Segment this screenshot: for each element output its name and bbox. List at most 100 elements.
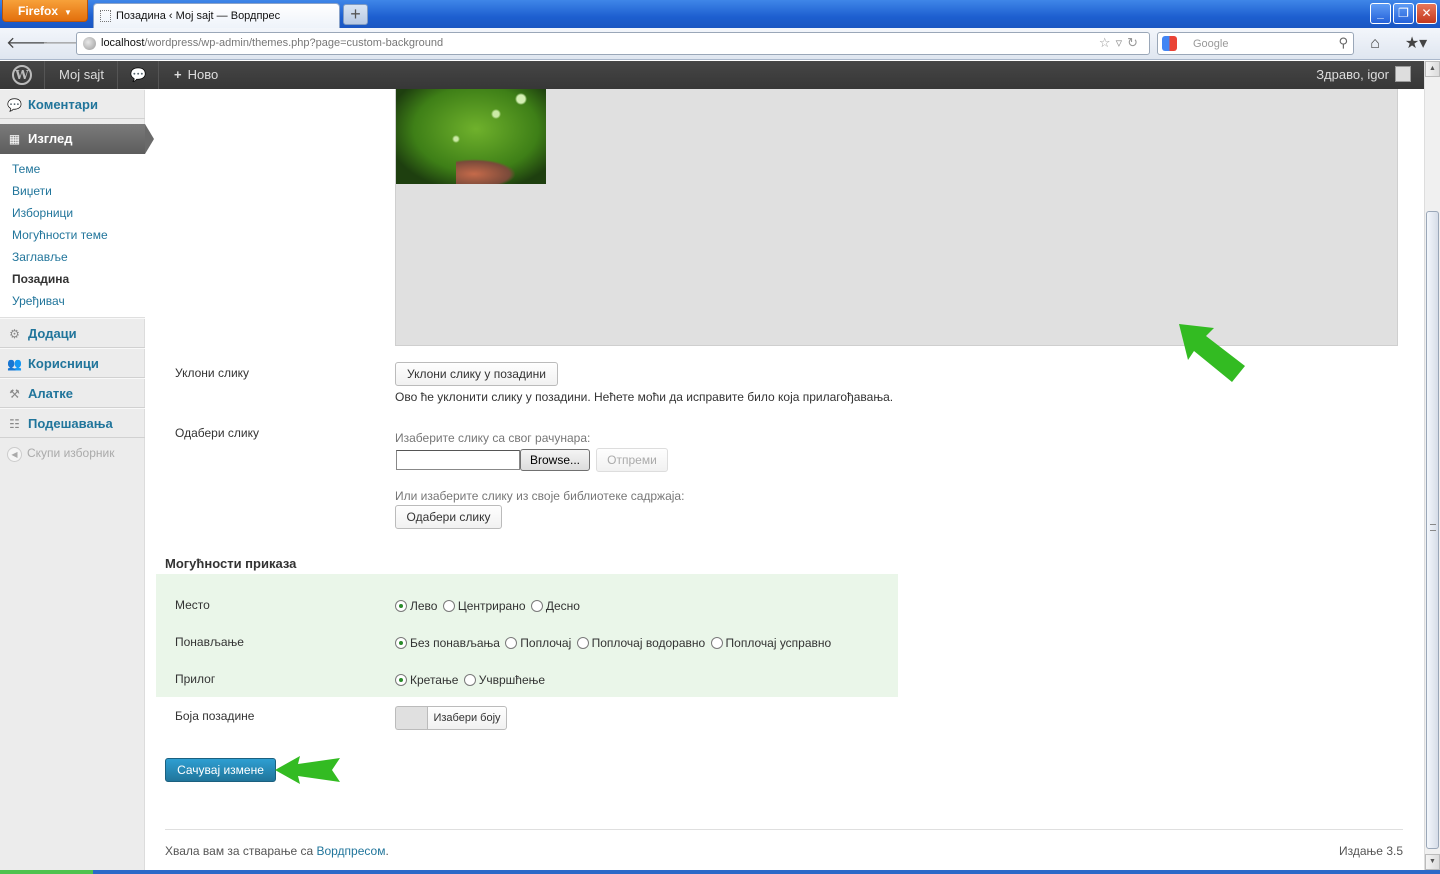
browser-tab[interactable]: Позадина ‹ Мој sajt — Вордпрес xyxy=(93,3,340,28)
new-tab-button[interactable]: + xyxy=(343,4,368,25)
minimize-icon: _ xyxy=(1377,6,1384,20)
green-arrow-icon xyxy=(275,756,340,784)
repeat-tile-horizontal-option[interactable]: Поплочај водоравно xyxy=(576,636,705,650)
close-icon: ✕ xyxy=(1421,6,1432,20)
browser-titlebar: Firefox ▼ Позадина ‹ Мој sajt — Вордпрес … xyxy=(0,0,1440,28)
users-icon: 👥 xyxy=(7,357,22,371)
submenu-theme-options[interactable]: Могућности теме xyxy=(12,228,108,242)
page-scrollbar[interactable]: ▲ ▼ xyxy=(1424,61,1440,870)
radio-icon[interactable] xyxy=(505,637,518,649)
remove-image-label: Уклони слику xyxy=(175,366,250,380)
url-host: localhost xyxy=(101,37,145,49)
google-icon xyxy=(1162,36,1177,51)
submenu-menus[interactable]: Изборници xyxy=(12,206,73,220)
attachment-scroll-option[interactable]: Кретање xyxy=(395,673,458,687)
radio-icon[interactable] xyxy=(710,637,723,649)
tools-icon: ⚒ xyxy=(9,387,20,401)
wp-admin-bar: W Мој sajt 💬 + Ново Здраво, igor xyxy=(0,61,1424,89)
select-color-button[interactable]: Изабери боју xyxy=(427,706,507,730)
restore-button[interactable]: ❐ xyxy=(1393,3,1414,24)
search-input[interactable]: Google ⚲ xyxy=(1157,32,1354,55)
position-left-option[interactable]: Лево xyxy=(395,599,437,613)
submenu-widgets[interactable]: Виџети xyxy=(12,184,52,198)
radio-checked-icon[interactable] xyxy=(395,637,407,649)
submenu-editor[interactable]: Уређивач xyxy=(12,294,65,308)
save-changes-button[interactable]: Сачувај измене xyxy=(165,758,276,782)
attachment-radio-group: Кретање Учвршћење xyxy=(395,673,547,687)
submenu-header[interactable]: Заглавље xyxy=(12,250,68,264)
comment-icon: 💬 xyxy=(7,98,22,112)
plugin-icon: ⚙ xyxy=(9,327,20,341)
sidebar-item-comments[interactable]: 💬 Коментари xyxy=(0,89,145,119)
repeat-tile-option[interactable]: Поплочај xyxy=(505,636,571,650)
upload-button[interactable]: Отпреми xyxy=(596,448,668,472)
scroll-down-arrow-icon[interactable]: ▼ xyxy=(1425,854,1440,870)
search-icon[interactable]: ⚲ xyxy=(1338,35,1348,51)
url-path: /wordpress/wp-admin/themes.php?page=cust… xyxy=(144,37,444,49)
color-swatch[interactable] xyxy=(395,706,427,730)
wordpress-logo-menu[interactable]: W xyxy=(0,61,45,89)
reload-icon[interactable]: ↻ xyxy=(1127,35,1143,50)
wordpress-logo-icon: W xyxy=(12,65,32,85)
minimize-button[interactable]: _ xyxy=(1370,3,1391,24)
radio-icon[interactable] xyxy=(442,600,455,612)
background-preview xyxy=(395,89,1398,346)
repeat-none-option[interactable]: Без понављања xyxy=(395,636,500,650)
account-menu[interactable]: Здраво, igor xyxy=(1316,61,1411,89)
radio-icon[interactable] xyxy=(576,637,589,649)
position-label: Место xyxy=(175,598,210,612)
history-dropdown-icon[interactable]: ▿ xyxy=(1116,35,1128,50)
home-icon[interactable]: ⌂ xyxy=(1364,33,1386,55)
browse-button[interactable]: Browse... xyxy=(520,449,590,471)
scroll-up-arrow-icon[interactable]: ▲ xyxy=(1425,61,1440,77)
wordpress-link[interactable]: Вордпресом xyxy=(316,844,385,858)
dropdown-arrow-icon: ▼ xyxy=(64,8,72,17)
browser-navbar: 🡐 🡒 localhost/wordpress/wp-admin/themes.… xyxy=(0,28,1440,60)
position-center-option[interactable]: Центрирано xyxy=(442,599,526,613)
select-image-label: Одабери слику xyxy=(175,426,259,440)
repeat-label: Понављање xyxy=(175,635,244,649)
url-actions: ☆▿↻ xyxy=(1099,35,1143,51)
appearance-icon: ▦ xyxy=(8,132,21,146)
loading-status-bar xyxy=(0,870,1440,874)
scroll-thumb[interactable] xyxy=(1426,211,1439,849)
footer-thanks: Хвала вам за стварање са Вордпресом. xyxy=(165,844,389,858)
firefox-menu-button[interactable]: Firefox ▼ xyxy=(2,0,88,22)
repeat-tile-vertical-option[interactable]: Поплочај усправно xyxy=(710,636,831,650)
sidebar-item-users[interactable]: 👥 Корисници xyxy=(0,348,145,378)
sidebar-item-tools[interactable]: ⚒ Алатке xyxy=(0,378,145,408)
new-content-menu[interactable]: + Ново xyxy=(160,61,232,89)
bookmarks-menu-icon[interactable]: ★▾ xyxy=(1400,33,1432,55)
radio-icon[interactable] xyxy=(530,600,543,612)
choose-image-button[interactable]: Одабери слику xyxy=(395,505,502,529)
close-window-button[interactable]: ✕ xyxy=(1416,3,1437,24)
library-hint: Или изаберите слику из своје библиотеке … xyxy=(395,489,685,503)
attachment-fixed-option[interactable]: Учвршћење xyxy=(463,673,545,687)
submenu-themes[interactable]: Теме xyxy=(12,162,40,176)
forward-icon[interactable]: 🡒 xyxy=(42,33,85,55)
display-options-title: Могућности приказа xyxy=(165,556,297,571)
comment-bubble-icon: 💬 xyxy=(130,67,147,82)
radio-checked-icon[interactable] xyxy=(395,600,407,612)
collapse-menu-button[interactable]: ◀ Скупи изборник xyxy=(7,446,114,462)
address-bar[interactable]: localhost/wordpress/wp-admin/themes.php?… xyxy=(76,32,1150,55)
green-arrow-icon xyxy=(1179,324,1245,382)
settings-icon: ☷ xyxy=(9,417,20,431)
back-icon[interactable]: 🡐 xyxy=(6,33,49,55)
radio-icon[interactable] xyxy=(463,674,476,686)
comments-link[interactable]: 💬 xyxy=(119,61,159,89)
search-engine-name: Google xyxy=(1193,38,1229,50)
bookmark-star-icon[interactable]: ☆ xyxy=(1099,35,1116,50)
remove-description: Ово ће уклонити слику у позадини. Нећете… xyxy=(395,390,894,404)
repeat-radio-group: Без понављања Поплочај Поплочај водоравн… xyxy=(395,636,833,650)
upload-hint: Изаберите слику са свог рачунара: xyxy=(395,431,591,445)
sidebar-item-settings[interactable]: ☷ Подешавања xyxy=(0,408,145,438)
sidebar-item-plugins[interactable]: ⚙ Додаци xyxy=(0,318,145,348)
submenu-background[interactable]: Позадина xyxy=(12,272,69,286)
file-path-input[interactable] xyxy=(396,450,520,470)
position-right-option[interactable]: Десно xyxy=(530,599,580,613)
remove-background-button[interactable]: Уклони слику у позадини xyxy=(395,362,558,386)
sidebar-item-appearance[interactable]: ▦ Изглед xyxy=(0,124,154,154)
radio-checked-icon[interactable] xyxy=(395,674,407,686)
site-name-link[interactable]: Мој sajt xyxy=(46,61,118,89)
